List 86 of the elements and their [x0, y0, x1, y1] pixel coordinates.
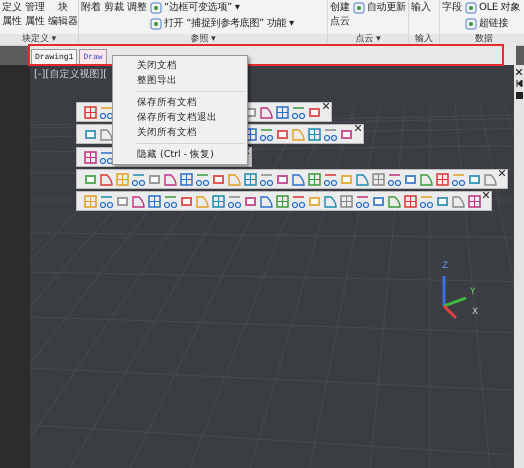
tool-icon[interactable] — [227, 194, 242, 208]
panel-title[interactable]: 块定义 ▾ — [0, 34, 78, 45]
menu-item[interactable]: 关闭所有文档 — [113, 125, 247, 140]
tool-icon — [465, 2, 477, 14]
tool-icon[interactable] — [355, 172, 370, 186]
tool-icon[interactable] — [147, 194, 162, 208]
tool-icon[interactable] — [323, 126, 338, 142]
menu-item[interactable]: 保存所有文档退出 — [113, 110, 247, 125]
ribbon-button[interactable]: 输入 — [411, 1, 431, 15]
ribbon-button[interactable]: 创建 点云 — [330, 1, 350, 29]
panel-title[interactable]: 参照 ▾ — [79, 34, 327, 45]
panel-title[interactable]: 点云 ▾ — [328, 34, 408, 45]
tool-icon — [465, 18, 477, 30]
tool-icon[interactable] — [259, 104, 274, 120]
tool-icon[interactable] — [99, 126, 114, 142]
tool-icon[interactable] — [371, 172, 386, 186]
panel-title[interactable]: 数据 — [440, 34, 524, 45]
tool-icon[interactable] — [179, 172, 194, 186]
tool-icon[interactable] — [195, 172, 210, 186]
close-icon[interactable] — [483, 192, 489, 198]
viewport-label[interactable]: [-][自定义视图][ — [34, 67, 108, 81]
tool-icon[interactable] — [323, 194, 338, 208]
tool-icon[interactable] — [419, 172, 434, 186]
menu-item[interactable]: 隐藏 (Ctrl - 恢复) — [113, 147, 247, 162]
tool-icon[interactable] — [275, 104, 290, 120]
tool-icon[interactable] — [83, 150, 98, 164]
tool-icon[interactable] — [259, 172, 274, 186]
tool-icon[interactable] — [387, 194, 402, 208]
ribbon-button[interactable]: 块 编辑器 — [48, 1, 78, 29]
tool-icon[interactable] — [339, 194, 354, 208]
tool-icon[interactable] — [291, 172, 306, 186]
ribbon-button[interactable]: 字段 — [442, 1, 462, 15]
document-tab[interactable]: Draw — [79, 49, 107, 65]
tool-icon[interactable] — [259, 126, 274, 142]
tool-icon[interactable] — [403, 194, 418, 208]
tool-icon[interactable] — [163, 194, 178, 208]
axis-label: Y — [470, 287, 476, 297]
tool-icon[interactable] — [419, 194, 434, 208]
panel-title[interactable]: 输入 — [409, 34, 439, 45]
tool-icon[interactable] — [99, 172, 114, 186]
tool-icon[interactable] — [355, 194, 370, 208]
tool-icon[interactable] — [291, 104, 306, 120]
tool-icon[interactable] — [451, 194, 466, 208]
menu-item[interactable]: 关闭文档 — [113, 58, 247, 73]
tool-icon[interactable] — [467, 194, 482, 208]
tool-icon[interactable] — [163, 172, 178, 186]
axis-label: X — [472, 307, 478, 317]
tool-icon[interactable] — [291, 194, 306, 208]
tool-icon[interactable] — [243, 172, 258, 186]
first-page-icon[interactable] — [516, 80, 523, 87]
tool-icon[interactable] — [83, 104, 98, 120]
tool-icon[interactable] — [275, 194, 290, 208]
tool-icon[interactable] — [435, 172, 450, 186]
ribbon-button[interactable]: 附着 — [81, 1, 101, 15]
tool-icon — [353, 2, 365, 14]
document-tab[interactable]: Drawing1 — [31, 49, 78, 65]
ribbon-button[interactable]: 打开 “捕捉到参考底图” 功能 ▾ — [150, 17, 294, 31]
tool-icon[interactable] — [99, 150, 114, 164]
close-icon[interactable] — [323, 103, 329, 109]
tool-icon[interactable] — [211, 194, 226, 208]
close-icon[interactable] — [355, 125, 361, 131]
tool-icon — [150, 2, 162, 14]
tool-icon[interactable] — [451, 172, 466, 186]
ribbon-button[interactable]: 调整 — [127, 1, 147, 15]
tool-icon[interactable] — [99, 194, 114, 208]
close-icon[interactable] — [516, 69, 522, 75]
tool-icon[interactable] — [307, 172, 322, 186]
tool-icon[interactable] — [259, 194, 274, 208]
close-icon[interactable] — [499, 170, 505, 176]
axis-label: Z — [442, 261, 448, 271]
ribbon-button[interactable]: 定义 属性 — [2, 1, 22, 29]
menu-item[interactable]: 保存所有文档 — [113, 95, 247, 110]
tool-icon[interactable] — [131, 172, 146, 186]
ribbon-button[interactable]: 剪裁 — [104, 1, 124, 15]
tool-icon[interactable] — [387, 172, 402, 186]
ribbon-button[interactable]: OLE 对象 — [465, 1, 520, 15]
menu-item[interactable]: 整图导出 — [113, 73, 247, 88]
tool-icon[interactable] — [99, 104, 114, 120]
tool-icon — [150, 18, 162, 30]
ribbon-button[interactable]: 自动更新 — [353, 1, 406, 15]
tool-icon[interactable] — [307, 126, 322, 142]
tool-icon[interactable] — [323, 172, 338, 186]
ribbon-button[interactable]: 超链接 — [465, 17, 520, 31]
tool-icon[interactable] — [131, 194, 146, 208]
ribbon-button[interactable]: 管理 属性 — [25, 1, 45, 29]
ribbon-button[interactable]: “边框可变选项” ▾ — [150, 1, 294, 15]
